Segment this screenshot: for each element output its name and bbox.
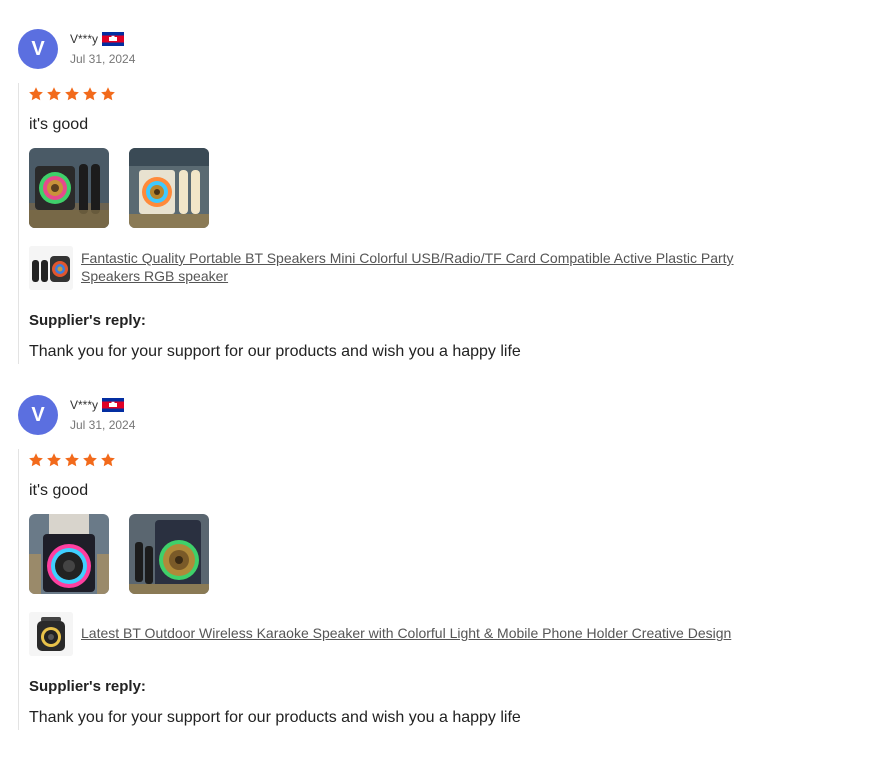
reviewer-name: V***y (70, 398, 99, 412)
star-icon (64, 452, 80, 468)
star-rating (28, 86, 116, 102)
star-icon (100, 86, 116, 102)
star-icon (100, 452, 116, 468)
product-thumbnail[interactable] (29, 246, 73, 290)
reviewer-name: V***y (70, 32, 99, 46)
supplier-reply: Supplier's reply: Thank you for your sup… (18, 310, 619, 364)
review-date: Jul 31, 2024 (70, 418, 136, 432)
cambodia-flag-icon (102, 398, 124, 412)
product-thumbnail[interactable] (29, 612, 73, 656)
star-icon (82, 452, 98, 468)
supplier-reply-label: Supplier's reply: (29, 678, 146, 695)
supplier-reply: Supplier's reply: Thank you for your sup… (18, 676, 619, 730)
review-photos (29, 514, 209, 594)
supplier-reply-text: Thank you for your support for our produ… (29, 343, 521, 360)
review-photos (29, 148, 209, 228)
star-icon (46, 86, 62, 102)
star-icon (28, 452, 44, 468)
product-info: Latest BT Outdoor Wireless Karaoke Speak… (29, 612, 781, 656)
review-text: it's good (29, 116, 89, 133)
product-link[interactable]: Latest BT Outdoor Wireless Karaoke Speak… (81, 624, 781, 642)
star-rating (28, 452, 116, 468)
reviewer-name-row: V***y (70, 32, 124, 46)
review-photo-thumbnail[interactable] (29, 148, 109, 228)
supplier-reply-text: Thank you for your support for our produ… (29, 709, 521, 726)
star-icon (64, 86, 80, 102)
review-photo-thumbnail[interactable] (129, 514, 209, 594)
review-photo-thumbnail[interactable] (29, 514, 109, 594)
supplier-reply-label: Supplier's reply: (29, 312, 146, 329)
product-link[interactable]: Fantastic Quality Portable BT Speakers M… (81, 249, 781, 285)
star-icon (82, 86, 98, 102)
product-info: Fantastic Quality Portable BT Speakers M… (29, 246, 781, 290)
star-icon (28, 86, 44, 102)
review-photo-thumbnail[interactable] (129, 148, 209, 228)
star-icon (46, 452, 62, 468)
reviewer-name-row: V***y (70, 398, 124, 412)
review-text: it's good (29, 482, 89, 499)
review-body: it's good (18, 83, 819, 321)
avatar: V (18, 395, 58, 435)
cambodia-flag-icon (102, 32, 124, 46)
review-body: it's good (18, 449, 819, 687)
review-date: Jul 31, 2024 (70, 52, 136, 66)
avatar: V (18, 29, 58, 69)
